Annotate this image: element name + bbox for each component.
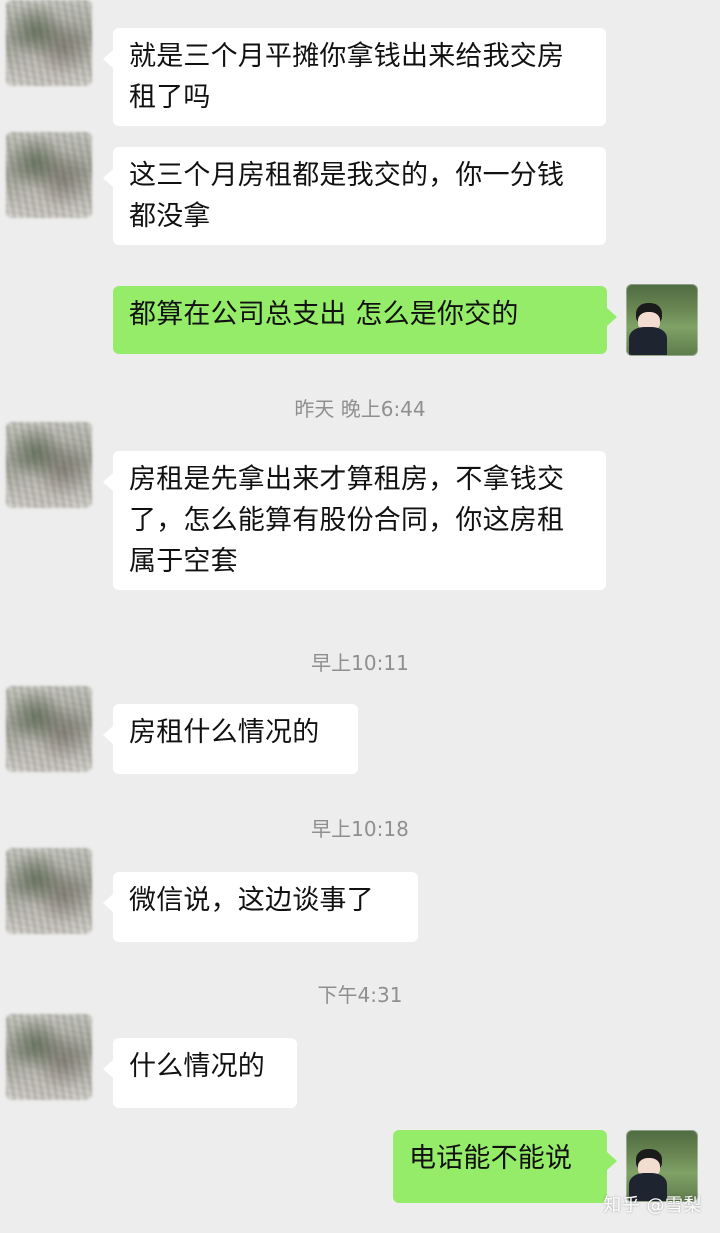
message-timestamp: 昨天 晚上6:44 [294,397,426,421]
incoming-message-bubble[interactable]: 微信说，这边谈事了 [103,872,418,942]
contact-avatar[interactable] [6,686,92,772]
message-timestamp: 早上10:18 [311,817,409,841]
contact-avatar[interactable] [6,0,92,86]
message-timestamp: 下午4:31 [317,983,403,1007]
user-avatar[interactable] [626,284,698,356]
message-text: 这三个月房租都是我交的，你一分钱都没拿 [129,160,565,232]
message-text: 都算在公司总支出 怎么是你交的 [129,299,519,330]
incoming-message-bubble[interactable]: 这三个月房租都是我交的，你一分钱都没拿 [103,147,606,245]
message-text: 电话能不能说 [409,1143,573,1174]
contact-avatar[interactable] [6,422,92,508]
contact-avatar[interactable] [6,848,92,934]
contact-avatar[interactable] [6,1014,92,1100]
watermark-text: 知乎 @雪梨 [603,1195,702,1216]
outgoing-message-bubble[interactable]: 电话能不能说 [393,1130,617,1203]
message-text: 房租是先拿出来才算租房，不拿钱交了，怎么能算有股份合同，你这房租属于空套 [129,464,565,577]
contact-avatar[interactable] [6,132,92,218]
chat-conversation: 就是三个月平摊你拿钱出来给我交房租了吗 这三个月房租都是我交的，你一分钱都没拿 … [0,0,720,1233]
incoming-message-bubble[interactable]: 什么情况的 [103,1038,297,1108]
message-timestamp: 早上10:11 [311,651,409,675]
message-text: 房租什么情况的 [129,717,320,748]
incoming-message-bubble[interactable]: 就是三个月平摊你拿钱出来给我交房租了吗 [103,28,606,126]
message-text: 就是三个月平摊你拿钱出来给我交房租了吗 [129,41,565,113]
message-text: 微信说，这边谈事了 [129,885,374,916]
incoming-message-bubble[interactable]: 房租什么情况的 [103,704,358,774]
incoming-message-bubble[interactable]: 房租是先拿出来才算租房，不拿钱交了，怎么能算有股份合同，你这房租属于空套 [103,451,606,590]
outgoing-message-bubble[interactable]: 都算在公司总支出 怎么是你交的 [113,286,617,354]
message-text: 什么情况的 [129,1051,265,1082]
